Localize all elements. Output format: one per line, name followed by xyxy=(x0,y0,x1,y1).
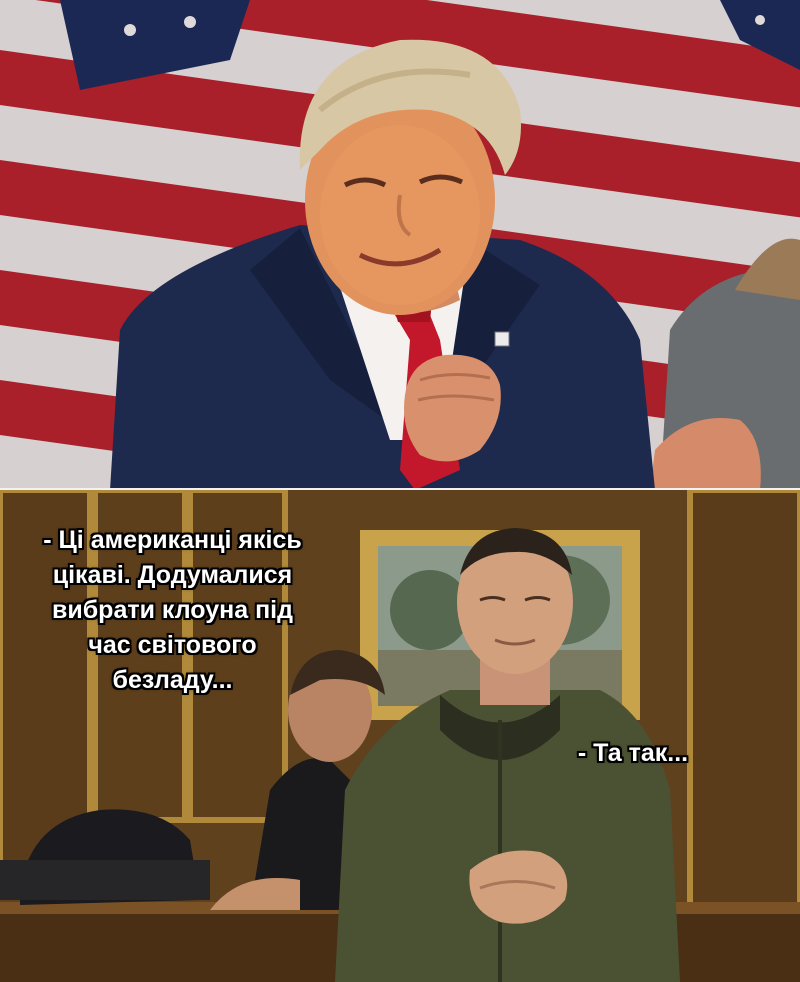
caption-line: - Ці американці якісь xyxy=(43,526,302,554)
caption-first-speaker: - Ці американці якісь цікаві. Додумалися… xyxy=(0,523,345,698)
meme-image: - Ці американці якісь цікаві. Додумалися… xyxy=(0,0,800,982)
caption-line: час світового xyxy=(88,631,257,659)
top-panel xyxy=(0,0,800,490)
caption-line: безладу... xyxy=(112,666,233,694)
caption-line: цікаві. Додумалися xyxy=(52,561,293,589)
caption-second-speaker: - Та так... xyxy=(577,739,689,767)
caption-line: вибрати клоуна під xyxy=(52,596,293,624)
man-at-flag-backdrop-illustration xyxy=(0,0,800,490)
